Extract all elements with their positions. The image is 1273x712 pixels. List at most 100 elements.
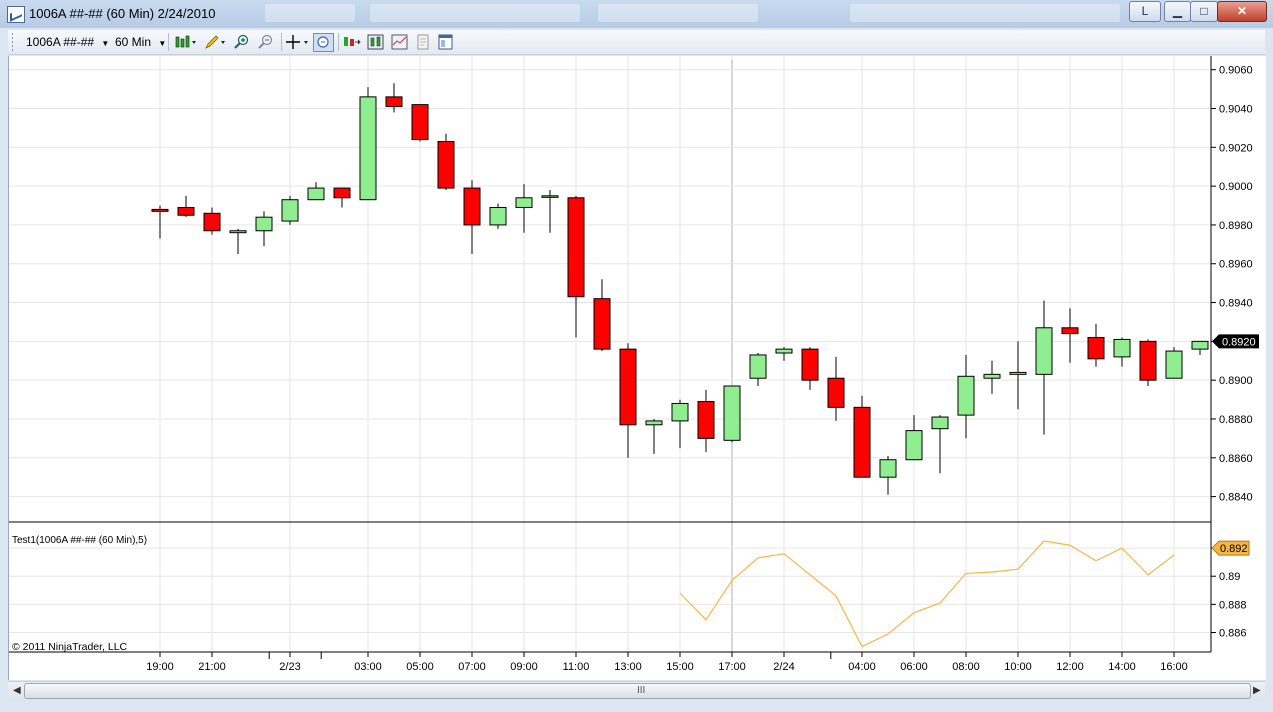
- strategies-icon[interactable]: [415, 34, 432, 50]
- scroll-left-icon[interactable]: ◀: [13, 685, 21, 696]
- zoom-in-icon[interactable]: [233, 34, 250, 50]
- indicator-line[interactable]: [679, 540, 1175, 648]
- time-tick-label: 07:00: [458, 661, 486, 673]
- candle-up: [931, 416, 949, 430]
- indicator-label: Test1(1006A ##-## (60 Min),5): [12, 535, 147, 546]
- candle-down: [437, 140, 455, 189]
- indicator-tick-label: 0.89: [1219, 571, 1240, 583]
- time-tick-label: 15:00: [666, 661, 694, 673]
- time-tick-label: 19:00: [146, 661, 174, 673]
- candle-up: [489, 206, 507, 226]
- indicator-value-label: 0.892: [1220, 543, 1248, 555]
- last-price-label: 0.8920: [1222, 336, 1256, 348]
- indicator-tick-label: 0.886: [1219, 628, 1247, 640]
- background-window-ghost: [370, 4, 580, 22]
- scroll-right-icon[interactable]: ▶: [1253, 685, 1261, 696]
- candle-up: [723, 385, 741, 441]
- candle-up: [1035, 327, 1053, 375]
- crosshair-icon[interactable]: [286, 34, 308, 50]
- candle-up: [229, 230, 247, 234]
- chart-style-icon[interactable]: [367, 34, 384, 50]
- chevron-down-icon: ▼: [101, 39, 110, 48]
- candle-down: [151, 208, 169, 212]
- interval-label: 60 Min: [115, 35, 152, 49]
- data-box-icon[interactable]: [313, 33, 334, 52]
- candle-down: [567, 197, 585, 298]
- time-tick-label: 2/24: [773, 661, 794, 673]
- candle-up: [749, 354, 767, 379]
- candle-down: [619, 348, 637, 426]
- time-tick-label: 14:00: [1108, 661, 1136, 673]
- indicators-icon[interactable]: [391, 34, 408, 50]
- price-tick-label: 0.8940: [1219, 298, 1253, 310]
- candle-down: [177, 206, 195, 216]
- candle-down: [697, 401, 715, 439]
- candle-down: [1139, 340, 1157, 381]
- chart-app-icon: [7, 6, 25, 23]
- price-tick-label: 0.8860: [1219, 453, 1253, 465]
- toolbar-separator: [281, 33, 282, 51]
- candle-down: [203, 212, 221, 232]
- copyright-text: © 2011 NinjaTrader, LLC: [12, 641, 128, 653]
- instrument-selector[interactable]: 1006A ##-## ▼: [26, 35, 109, 49]
- time-tick-label: 21:00: [198, 661, 226, 673]
- horizontal-scrollbar[interactable]: ◀ III ▶: [8, 681, 1265, 700]
- pencil-icon[interactable]: [204, 34, 225, 50]
- price-tick-label: 0.9000: [1219, 181, 1253, 193]
- candle-up: [905, 430, 923, 461]
- chart-panel[interactable]: 19:00 21:00 2/23 03:00 05:00 07:00 09:00 11:00 1…: [8, 56, 1266, 680]
- maximize-button[interactable]: □: [1190, 1, 1218, 22]
- bar-spacing-icon[interactable]: [343, 34, 361, 50]
- chevron-down-icon: ▼: [158, 39, 167, 48]
- candle-up: [879, 459, 897, 478]
- time-tick-label: 10:00: [1004, 661, 1032, 673]
- chart-toolbar: 1006A ##-## ▼ 60 Min ▼: [8, 30, 1265, 55]
- time-tick-label: 11:00: [563, 661, 590, 673]
- time-tick-label: 06:00: [900, 661, 928, 673]
- time-tick-label: 2/23: [279, 661, 300, 673]
- candle-up: [957, 375, 975, 416]
- candle-up: [775, 348, 793, 354]
- properties-icon[interactable]: [437, 34, 454, 50]
- candle-up: [255, 216, 273, 232]
- interval-selector[interactable]: 60 Min ▼: [115, 35, 166, 49]
- time-tick-label: 08:00: [952, 661, 980, 673]
- candle-up: [1191, 340, 1209, 350]
- layout-button[interactable]: L: [1129, 1, 1161, 22]
- indicator-tick-label: 0.888: [1219, 599, 1247, 611]
- time-tick-label: 17:00: [718, 661, 746, 673]
- price-tick-label: 0.8880: [1219, 414, 1253, 426]
- candle-up: [307, 187, 325, 201]
- candle-down: [333, 187, 351, 199]
- candle-up: [671, 402, 689, 422]
- title-bar: 1006A ##-## (60 Min) 2/24/2010 L ▁ □ ✕: [0, 0, 1273, 28]
- scrollbar-thumb[interactable]: III: [24, 683, 1251, 699]
- candle-down: [411, 104, 429, 141]
- background-window-ghost: [265, 4, 355, 22]
- price-tick-label: 0.9060: [1219, 65, 1253, 77]
- time-tick-label: 16:00: [1160, 661, 1188, 673]
- candle-up: [359, 96, 377, 201]
- time-tick-label: 03:00: [354, 661, 382, 673]
- minimize-button[interactable]: ▁: [1164, 1, 1191, 22]
- candle-down: [801, 348, 819, 381]
- time-tick-label: 09:00: [510, 661, 538, 673]
- candle-up: [1165, 350, 1183, 379]
- scrollbar-grip: III: [637, 685, 646, 696]
- close-button[interactable]: ✕: [1217, 1, 1267, 22]
- time-tick-label: 05:00: [406, 661, 434, 673]
- toolbar-grip[interactable]: [12, 33, 13, 51]
- window-title: 1006A ##-## (60 Min) 2/24/2010: [29, 6, 216, 21]
- candle-down: [827, 377, 845, 408]
- background-window-ghost: [850, 4, 1120, 22]
- candle-up: [541, 195, 559, 198]
- candlestick-icon[interactable]: [175, 34, 196, 50]
- time-tick-label: 13:00: [614, 661, 642, 673]
- zoom-out-icon[interactable]: [257, 34, 274, 50]
- chart-canvas[interactable]: 19:00 21:00 2/23 03:00 05:00 07:00 09:00 11:00 1…: [9, 56, 1266, 680]
- toolbar-separator: [168, 33, 169, 51]
- candle-down: [385, 96, 403, 108]
- candle-up: [645, 420, 663, 426]
- price-tick-label: 0.8960: [1219, 259, 1253, 271]
- price-tick-label: 0.8900: [1219, 375, 1253, 387]
